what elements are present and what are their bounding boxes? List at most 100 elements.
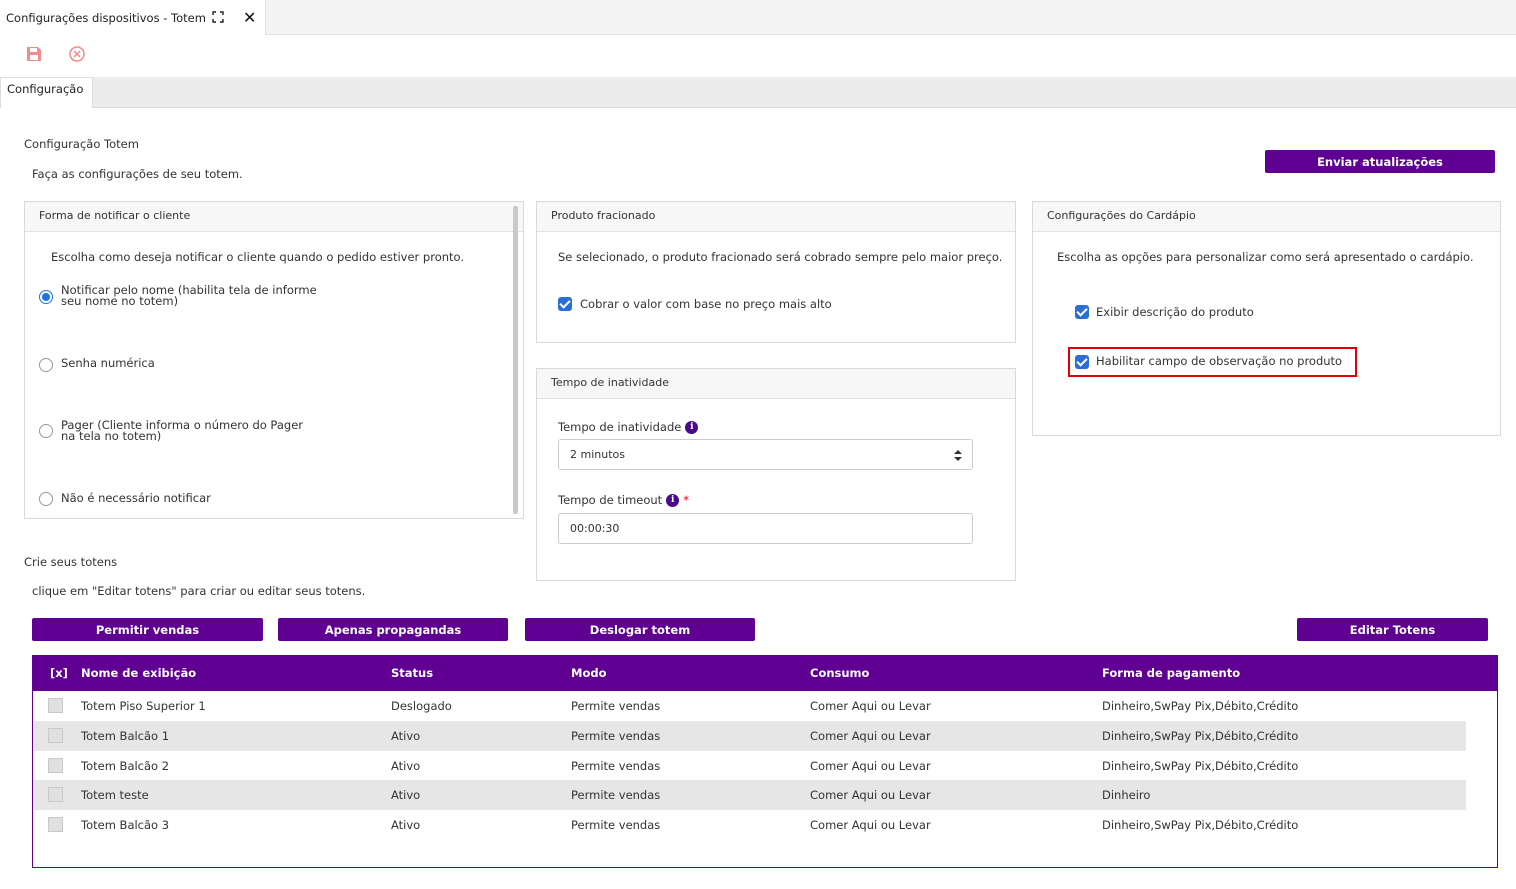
info-icon[interactable]: i xyxy=(666,494,680,507)
send-updates-button[interactable]: Enviar atualizações xyxy=(1265,150,1495,173)
cell-pagamento: Dinheiro,SwPay Pix,Débito,Crédito xyxy=(1102,729,1299,743)
radio-notify-name-label-line2: seu nome no totem) xyxy=(61,294,179,308)
cell-status: Deslogado xyxy=(391,699,452,713)
cell-consumo: Comer Aqui ou Levar xyxy=(810,729,931,743)
cell-modo: Permite vendas xyxy=(571,729,661,743)
radio-numeric-password[interactable] xyxy=(39,358,53,372)
notify-scrollbar[interactable] xyxy=(513,206,518,514)
timeout-input[interactable]: 00:00:30 xyxy=(558,513,973,544)
row-checkbox[interactable] xyxy=(48,698,63,713)
select-all-toggle[interactable]: [x] xyxy=(50,666,68,680)
logout-totem-button[interactable]: Deslogar totem xyxy=(525,618,755,641)
row-checkbox[interactable] xyxy=(48,787,63,802)
cell-pagamento: Dinheiro,SwPay Pix,Débito,Crédito xyxy=(1102,759,1299,773)
inactivity-time-label: Tempo de inatividade i xyxy=(558,420,699,434)
cell-status: Ativo xyxy=(391,729,421,743)
cardapio-panel: Configurações do Cardápio Escolha as opç… xyxy=(1032,201,1501,436)
radio-pager-label[interactable]: Pager (Cliente informa o número do Pager… xyxy=(61,419,303,443)
cell-nome: Totem Balcão 1 xyxy=(81,729,170,743)
fracionado-panel: Produto fracionado Se selecionado, o pro… xyxy=(536,201,1016,343)
fracionado-panel-title: Produto fracionado xyxy=(537,202,1015,232)
header-consumo[interactable]: Consumo xyxy=(810,666,869,680)
row-checkbox[interactable] xyxy=(48,817,63,832)
fracionado-desc: Se selecionado, o produto fracionado ser… xyxy=(558,250,1003,264)
cell-modo: Permite vendas xyxy=(571,818,661,832)
allow-sales-button[interactable]: Permitir vendas xyxy=(32,618,263,641)
cell-pagamento: Dinheiro xyxy=(1102,788,1151,802)
tab-bar: Configurações dispositivos - Totem ✕ xyxy=(0,0,1516,35)
edit-totens-button[interactable]: Editar Totens xyxy=(1297,618,1488,641)
radio-notify-name-label[interactable]: Notificar pelo nome (habilita tela de in… xyxy=(61,284,317,308)
show-description-label[interactable]: Exibir descrição do produto xyxy=(1096,305,1254,319)
tab-configuracao[interactable]: Configuração xyxy=(0,77,93,108)
cardapio-panel-title: Configurações do Cardápio xyxy=(1033,202,1500,232)
config-title: Configuração Totem xyxy=(24,137,139,151)
notify-desc: Escolha como deseja notificar o cliente … xyxy=(51,250,465,264)
table-row[interactable]: Totem Balcão 1 Ativo Permite vendas Come… xyxy=(33,721,1466,751)
sub-tab-bar: Configuração xyxy=(0,77,1516,108)
inatividade-panel-title: Tempo de inatividade xyxy=(537,369,1015,399)
save-icon[interactable] xyxy=(25,45,43,63)
totens-desc: clique em "Editar totens" para criar ou … xyxy=(32,584,366,598)
radio-pager[interactable] xyxy=(39,424,53,438)
inactivity-time-select[interactable]: 2 minutos xyxy=(558,439,973,470)
timeout-value: 00:00:30 xyxy=(570,522,620,535)
header-modo[interactable]: Modo xyxy=(571,666,606,680)
header-status[interactable]: Status xyxy=(391,666,433,680)
table-row[interactable]: Totem Balcão 3 Ativo Permite vendas Come… xyxy=(33,810,1466,840)
cell-nome: Totem teste xyxy=(81,788,149,802)
show-description-checkbox[interactable] xyxy=(1075,305,1089,319)
cell-status: Ativo xyxy=(391,759,421,773)
radio-pager-label-line2: na tela no totem) xyxy=(61,429,162,443)
cell-consumo: Comer Aqui ou Levar xyxy=(810,699,931,713)
highlight-box xyxy=(1068,347,1357,377)
cell-pagamento: Dinheiro,SwPay Pix,Débito,Crédito xyxy=(1102,699,1299,713)
cardapio-desc: Escolha as opções para personalizar como… xyxy=(1057,250,1474,264)
cancel-icon[interactable] xyxy=(68,45,86,63)
cell-status: Ativo xyxy=(391,818,421,832)
header-nome[interactable]: Nome de exibição xyxy=(81,666,196,680)
table-header: [x] Nome de exibição Status Modo Consumo… xyxy=(33,656,1497,691)
header-pagamento[interactable]: Forma de pagamento xyxy=(1102,666,1240,680)
inactivity-time-value: 2 minutos xyxy=(570,448,625,461)
row-checkbox[interactable] xyxy=(48,758,63,773)
expand-icon[interactable] xyxy=(212,11,224,23)
totens-title: Crie seus totens xyxy=(24,555,118,569)
timeout-label: Tempo de timeout i * xyxy=(558,493,689,507)
tab-title: Configurações dispositivos - Totem xyxy=(6,10,206,25)
cell-modo: Permite vendas xyxy=(571,759,661,773)
cell-pagamento: Dinheiro,SwPay Pix,Débito,Crédito xyxy=(1102,818,1299,832)
cell-consumo: Comer Aqui ou Levar xyxy=(810,818,931,832)
cell-consumo: Comer Aqui ou Levar xyxy=(810,788,931,802)
close-icon[interactable]: ✕ xyxy=(243,8,256,27)
fracionado-checkbox-label[interactable]: Cobrar o valor com base no preço mais al… xyxy=(580,297,832,311)
info-icon[interactable]: i xyxy=(685,421,699,434)
radio-notify-name[interactable] xyxy=(39,290,53,304)
config-desc: Faça as configurações de seu totem. xyxy=(32,167,243,181)
cell-consumo: Comer Aqui ou Levar xyxy=(810,759,931,773)
cell-status: Ativo xyxy=(391,788,421,802)
notify-panel: Forma de notificar o cliente Escolha com… xyxy=(24,201,524,519)
cell-nome: Totem Balcão 2 xyxy=(81,759,170,773)
table-row[interactable]: Totem Piso Superior 1 Deslogado Permite … xyxy=(33,691,1466,721)
row-checkbox[interactable] xyxy=(48,728,63,743)
table-row[interactable]: Totem Balcão 2 Ativo Permite vendas Come… xyxy=(33,751,1466,781)
required-mark: * xyxy=(683,493,689,507)
radio-no-notify[interactable] xyxy=(39,492,53,506)
ads-only-button[interactable]: Apenas propagandas xyxy=(278,618,508,641)
select-arrows-icon xyxy=(954,450,962,461)
totens-table: [x] Nome de exibição Status Modo Consumo… xyxy=(32,655,1498,868)
inactivity-time-label-text: Tempo de inatividade xyxy=(558,420,682,434)
timeout-label-text: Tempo de timeout xyxy=(558,493,663,507)
cell-nome: Totem Piso Superior 1 xyxy=(81,699,206,713)
radio-no-notify-label[interactable]: Não é necessário notificar xyxy=(61,492,211,504)
inatividade-panel: Tempo de inatividade Tempo de inatividad… xyxy=(536,368,1016,581)
fracionado-checkbox[interactable] xyxy=(558,297,572,311)
cell-modo: Permite vendas xyxy=(571,788,661,802)
radio-numeric-password-label[interactable]: Senha numérica xyxy=(61,357,155,369)
cell-modo: Permite vendas xyxy=(571,699,661,713)
table-row[interactable]: Totem teste Ativo Permite vendas Comer A… xyxy=(33,780,1466,810)
notify-panel-title: Forma de notificar o cliente xyxy=(25,202,523,232)
tab-configuracoes-totem[interactable]: Configurações dispositivos - Totem ✕ xyxy=(0,0,266,35)
cell-nome: Totem Balcão 3 xyxy=(81,818,170,832)
